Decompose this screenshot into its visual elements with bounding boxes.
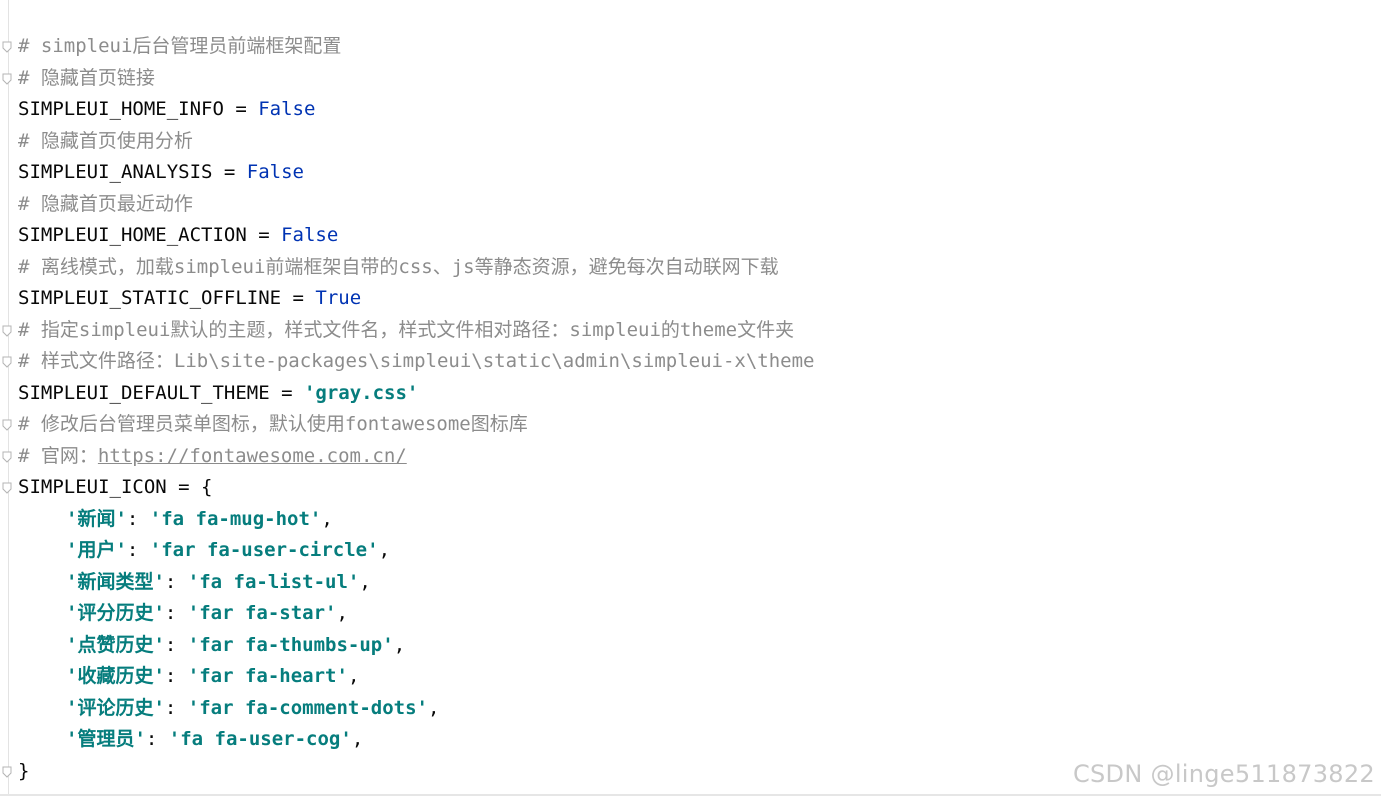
code-line[interactable]: '新闻类型': 'fa fa-list-ul', bbox=[0, 567, 1381, 599]
code-comment: # simpleui后台管理员前端框架配置 bbox=[18, 35, 342, 57]
code-text: , bbox=[359, 570, 371, 593]
code-text: : bbox=[164, 602, 188, 624]
code-line[interactable]: # 隐藏首页最近动作 bbox=[0, 189, 1381, 221]
code-comment: # 官网： bbox=[18, 444, 98, 467]
code-line[interactable]: # simpleui后台管理员前端框架配置 bbox=[0, 31, 1381, 63]
code-line[interactable]: # 隐藏首页使用分析 bbox=[0, 126, 1381, 158]
code-text: SIMPLEUI_STATIC_OFFLINE = bbox=[18, 287, 316, 309]
code-string: 'far fa-star' bbox=[187, 602, 337, 624]
watermark: CSDN @linge511873822 bbox=[1072, 760, 1375, 788]
fold-marker-icon[interactable] bbox=[2, 356, 12, 368]
code-line[interactable]: SIMPLEUI_ICON = { bbox=[0, 472, 1381, 504]
code-line[interactable]: '评论历史': 'far fa-comment-dots', bbox=[0, 693, 1381, 725]
code-string: '评分历史' bbox=[66, 602, 165, 624]
code-text: , bbox=[428, 696, 440, 719]
code-keyword: True bbox=[315, 287, 362, 309]
code-comment: # 隐藏首页最近动作 bbox=[18, 192, 193, 215]
code-string: 'fa fa-mug-hot' bbox=[149, 507, 322, 530]
code-text: SIMPLEUI_HOME_INFO = bbox=[18, 98, 259, 120]
code-line[interactable]: '新闻': 'fa fa-mug-hot', bbox=[0, 504, 1381, 536]
code-text: , bbox=[378, 539, 391, 561]
code-line[interactable]: # 隐藏首页链接 bbox=[0, 63, 1381, 95]
code-line[interactable]: SIMPLEUI_STATIC_OFFLINE = True bbox=[0, 283, 1381, 315]
code-string: 'far fa-heart' bbox=[187, 665, 348, 687]
code-line[interactable]: # 样式文件路径：Lib\site-packages\simpleui\stat… bbox=[0, 346, 1381, 378]
code-text: } bbox=[18, 759, 30, 782]
code-text: : bbox=[164, 665, 188, 687]
code-text: : bbox=[126, 507, 150, 530]
code-text: SIMPLEUI_ANALYSIS = bbox=[18, 161, 247, 183]
code-comment: # 指定simpleui默认的主题，样式文件名，样式文件相对路径：simpleu… bbox=[18, 318, 795, 341]
code-string: 'far fa-comment-dots' bbox=[187, 696, 428, 719]
code-keyword: False bbox=[258, 98, 316, 120]
code-line[interactable]: # 修改后台管理员菜单图标，默认使用fontawesome图标库 bbox=[0, 409, 1381, 441]
code-text: SIMPLEUI_DEFAULT_THEME = bbox=[18, 381, 304, 404]
code-text: , bbox=[351, 728, 364, 750]
fold-marker-icon[interactable] bbox=[2, 325, 12, 337]
code-line[interactable]: '收藏历史': 'far fa-heart', bbox=[0, 661, 1381, 693]
code-string: '评论历史' bbox=[66, 696, 165, 719]
code-text: , bbox=[347, 665, 360, 687]
fold-marker-icon[interactable] bbox=[2, 419, 12, 431]
code-line[interactable]: '管理员': 'fa fa-user-cog', bbox=[0, 724, 1381, 756]
code-string: '管理员' bbox=[66, 728, 146, 750]
code-line[interactable]: SIMPLEUI_ANALYSIS = False bbox=[0, 157, 1381, 189]
code-text: SIMPLEUI_ICON = { bbox=[18, 476, 213, 498]
code-string: '新闻类型' bbox=[66, 570, 165, 593]
code-line[interactable]: SIMPLEUI_DEFAULT_THEME = 'gray.css' bbox=[0, 378, 1381, 410]
code-string: '新闻' bbox=[66, 507, 127, 530]
code-keyword: False bbox=[281, 224, 339, 246]
fold-marker-icon[interactable] bbox=[2, 41, 12, 53]
code-string: 'far fa-thumbs-up' bbox=[187, 633, 394, 656]
code-link[interactable]: https://fontawesome.com.cn/ bbox=[98, 445, 407, 467]
code-text: , bbox=[393, 633, 406, 656]
code-string: 'far fa-user-circle' bbox=[149, 539, 379, 561]
code-line[interactable]: SIMPLEUI_HOME_ACTION = False bbox=[0, 220, 1381, 252]
code-comment: # 离线模式，加载simpleui前端框架自带的css、js等静态资源，避免每次… bbox=[18, 255, 779, 278]
code-text: : bbox=[145, 728, 169, 750]
code-string: '收藏历史' bbox=[66, 665, 165, 687]
code-text: SIMPLEUI_HOME_ACTION = bbox=[18, 224, 282, 246]
code-line[interactable]: '点赞历史': 'far fa-thumbs-up', bbox=[0, 630, 1381, 662]
fold-marker-icon[interactable] bbox=[2, 766, 12, 778]
code-area[interactable]: # simpleui后台管理员前端框架配置 # 隐藏首页链接 SIMPLEUI_HO… bbox=[0, 31, 1381, 787]
code-text: : bbox=[164, 696, 188, 719]
code-string: '点赞历史' bbox=[66, 633, 165, 656]
code-comment: # 隐藏首页链接 bbox=[18, 66, 155, 89]
code-string: 'fa fa-user-cog' bbox=[168, 728, 352, 750]
code-string: 'gray.css' bbox=[303, 381, 419, 404]
code-line[interactable]: # 官网：https://fontawesome.com.cn/ bbox=[0, 441, 1381, 473]
code-text: , bbox=[336, 602, 348, 624]
code-line[interactable]: # 离线模式，加载simpleui前端框架自带的css、js等静态资源，避免每次… bbox=[0, 252, 1381, 284]
fold-marker-icon[interactable] bbox=[2, 482, 12, 494]
code-line[interactable]: SIMPLEUI_HOME_INFO = False bbox=[0, 94, 1381, 126]
code-comment: # 修改后台管理员菜单图标，默认使用fontawesome图标库 bbox=[18, 413, 528, 435]
code-line[interactable]: # 指定simpleui默认的主题，样式文件名，样式文件相对路径：simpleu… bbox=[0, 315, 1381, 347]
code-text: : bbox=[126, 539, 150, 561]
code-string: 'fa fa-list-ul' bbox=[187, 570, 360, 593]
code-line[interactable]: '评分历史': 'far fa-star', bbox=[0, 598, 1381, 630]
code-comment: # 隐藏首页使用分析 bbox=[18, 129, 193, 152]
code-text: : bbox=[164, 633, 188, 656]
code-editor[interactable]: # simpleui后台管理员前端框架配置 # 隐藏首页链接 SIMPLEUI_HO… bbox=[0, 0, 1381, 796]
fold-marker-icon[interactable] bbox=[2, 73, 12, 85]
code-text: , bbox=[321, 507, 333, 530]
fold-marker-icon[interactable] bbox=[2, 451, 12, 463]
code-text: : bbox=[164, 570, 188, 593]
code-line[interactable]: '用户': 'far fa-user-circle', bbox=[0, 535, 1381, 567]
code-keyword: False bbox=[246, 161, 304, 183]
code-comment: # 样式文件路径：Lib\site-packages\simpleui\stat… bbox=[18, 350, 815, 372]
code-string: '用户' bbox=[66, 539, 127, 561]
